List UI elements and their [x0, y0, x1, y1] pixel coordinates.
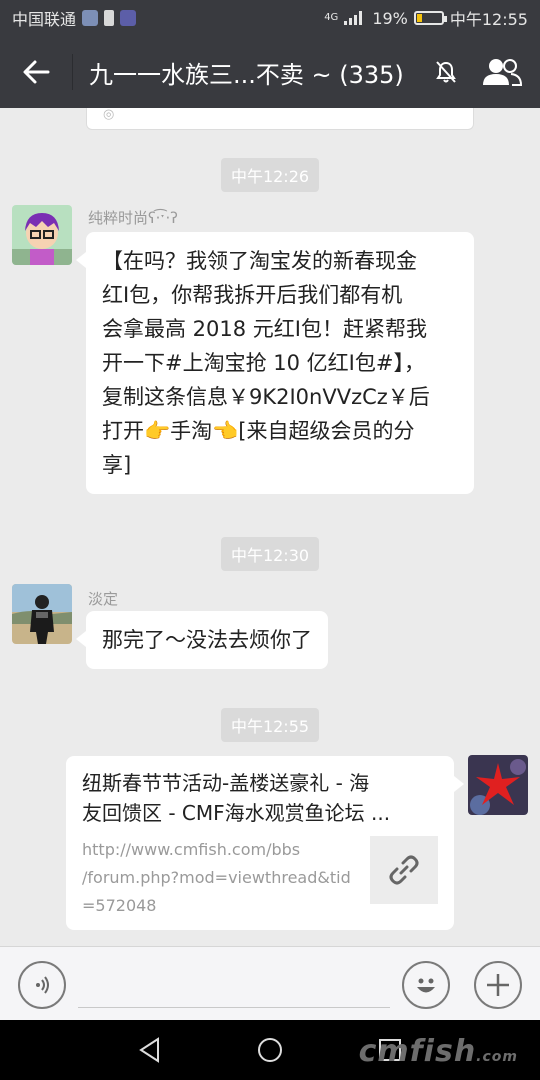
chat-header: 九一一水族三...不卖 ~ (335)	[0, 36, 540, 108]
watermark: cmfish.com	[358, 1034, 518, 1069]
avatar-cartoon	[12, 205, 72, 265]
chat-title: 九一一水族三...不卖 ~ (335)	[89, 60, 404, 89]
input-bar	[0, 946, 540, 1020]
group-people-icon	[483, 59, 523, 86]
sender-name: 纯粹时尚ʕ·͡ˑ·ʔ	[88, 209, 178, 227]
link-icon	[389, 855, 419, 885]
message-line: 开一下#上淘宝抢 10 亿红I包#】，	[102, 351, 425, 375]
message-line: 红I包，你帮我拆开后我们都有机	[102, 283, 403, 307]
message-line: 复制这条信息￥9K2I0nVVzCz￥后	[102, 385, 430, 409]
chat-area[interactable]: ◎ 中午12:26 纯粹时尚ʕ·͡ˑ·ʔ 【在吗？我领了淘宝发的新春现金 红I包…	[0, 108, 540, 946]
more-button[interactable]	[474, 961, 522, 1009]
plus-icon	[487, 974, 509, 996]
timestamp: 中午12:26	[0, 158, 540, 192]
status-bar: 中国联通 4G 19% 中午12:55	[0, 0, 540, 36]
status-left: 中国联通	[12, 6, 137, 30]
my-avatar[interactable]	[468, 755, 528, 815]
message-line: 会拿最高 2018 元红I包！赶紧帮我	[102, 317, 427, 341]
notification-video-icon	[120, 10, 137, 26]
link-title: 纽斯春节节活动-盖楼送豪礼 - 海 友回馈区 - CMF海水观赏鱼论坛 ...	[82, 771, 391, 825]
clock: 中午12:55	[449, 10, 528, 29]
group-info-button[interactable]	[474, 36, 530, 108]
notification-sim-icon	[104, 10, 115, 26]
status-right: 4G 19% 中午12:55	[324, 6, 528, 30]
avatar-photo	[12, 584, 72, 644]
message-text: 那完了～没法去烦你了	[102, 628, 312, 652]
mute-bell-icon	[436, 61, 456, 83]
avatar[interactable]	[12, 584, 72, 644]
battery-icon	[413, 11, 447, 25]
message-line: 打开👉手淘👈[来自超级会员的分	[102, 419, 415, 443]
message-line: 享]	[102, 453, 132, 477]
avatar[interactable]	[12, 205, 72, 265]
signal-icon	[344, 11, 366, 25]
carrier-label: 中国联通	[12, 10, 77, 29]
timestamp: 中午12:30	[0, 537, 540, 571]
circle-home-icon	[258, 1038, 282, 1062]
timestamp: 中午12:55	[0, 708, 540, 742]
message-input[interactable]	[78, 1007, 390, 1008]
previous-card-clipped[interactable]: ◎	[86, 108, 474, 130]
mute-indicator	[418, 36, 474, 108]
sender-name: 淡定	[88, 590, 119, 608]
link-card[interactable]: 纽斯春节节活动-盖楼送豪礼 - 海 友回馈区 - CMF海水观赏鱼论坛 ... …	[66, 756, 464, 930]
emoji-button[interactable]	[402, 961, 450, 1009]
voice-icon	[36, 976, 49, 994]
back-button[interactable]	[0, 36, 72, 108]
link-thumbnail	[370, 836, 438, 904]
voice-button[interactable]	[18, 961, 66, 1009]
network-type: 4G	[324, 12, 339, 23]
message-line: 【在吗？我领了淘宝发的新春现金	[102, 249, 417, 273]
back-arrow-icon	[23, 60, 50, 84]
system-nav-bar: cmfish.com	[0, 1020, 540, 1080]
clipped-card-icon: ◎	[103, 108, 115, 122]
avatar-starfish	[468, 755, 528, 815]
message-bubble[interactable]: 那完了～没法去烦你了	[76, 611, 328, 669]
nav-back-button[interactable]	[130, 1032, 170, 1068]
link-url: http://www.cmfish.com/bbs /forum.php?mod…	[82, 840, 351, 915]
battery-percent: 19%	[372, 8, 408, 28]
triangle-back-icon	[139, 1037, 159, 1063]
message-bubble[interactable]: 【在吗？我领了淘宝发的新春现金 红I包，你帮我拆开后我们都有机 会拿最高 201…	[76, 232, 474, 494]
header-divider	[72, 54, 73, 90]
notification-app-icon	[82, 10, 99, 26]
emoji-icon	[417, 978, 435, 993]
nav-home-button[interactable]	[250, 1032, 290, 1068]
